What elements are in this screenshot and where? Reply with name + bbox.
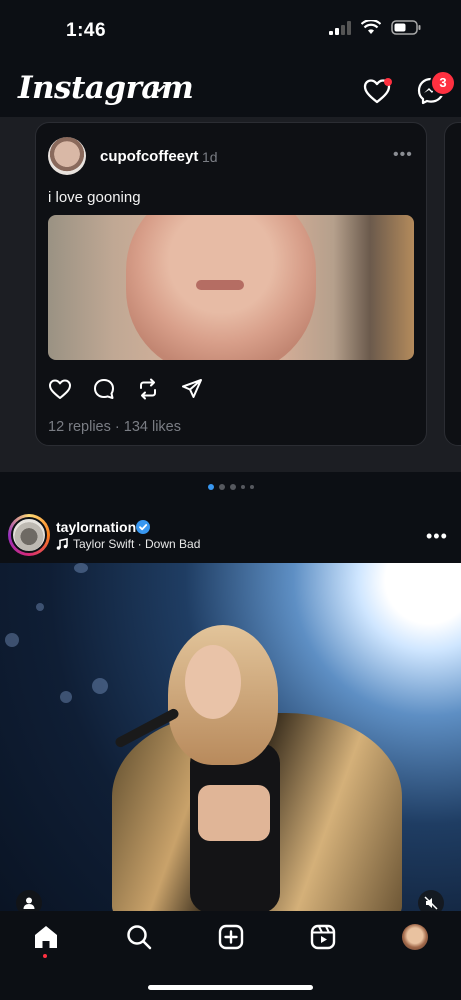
repost-icon[interactable] — [136, 377, 160, 401]
home-active-dot — [43, 954, 47, 958]
bokeh-light — [60, 691, 72, 703]
more-options-button[interactable]: ••• — [393, 146, 413, 164]
person-icon — [23, 897, 35, 909]
speaker-muted-icon — [424, 896, 438, 910]
card-username[interactable]: cupofcoffeeyt — [100, 148, 198, 165]
threads-card[interactable]: cupofcoffeeyt 1d ••• i love gooning 12 r… — [35, 122, 427, 446]
bokeh-light — [5, 633, 19, 647]
bokeh-light — [74, 563, 88, 573]
instagram-logo[interactable]: Instagram — [18, 70, 194, 106]
cellular-signal-icon — [329, 20, 351, 35]
card-text: i love gooning — [48, 189, 141, 206]
story-ring-avatar[interactable] — [8, 514, 50, 556]
wifi-icon — [361, 20, 381, 34]
verified-badge-icon — [136, 520, 150, 534]
nav-search[interactable] — [125, 923, 153, 951]
card-image[interactable] — [48, 215, 414, 360]
audio-attribution[interactable]: Taylor Swift · Down Bad — [56, 537, 200, 551]
post-image[interactable] — [0, 563, 461, 911]
music-note-icon — [56, 538, 68, 550]
like-heart-icon[interactable] — [48, 377, 72, 401]
performer-midriff — [198, 785, 270, 841]
battery-icon — [391, 20, 421, 35]
audio-label: Taylor Swift · Down Bad — [73, 537, 201, 551]
chevron-down-icon[interactable] — [152, 84, 166, 94]
face-graphic — [126, 215, 316, 360]
nav-create[interactable] — [217, 923, 245, 951]
performer-face — [185, 645, 241, 719]
notification-dot — [384, 78, 392, 86]
pager-dot — [207, 484, 214, 490]
pager-dot — [218, 484, 225, 490]
bokeh-light — [36, 603, 44, 611]
reply-icon[interactable] — [92, 377, 116, 401]
nav-reels[interactable] — [309, 923, 337, 951]
threads-carousel[interactable]: cupofcoffeeyt 1d ••• i love gooning 12 r… — [0, 117, 461, 472]
carousel-pager — [0, 484, 461, 490]
notifications-button[interactable] — [362, 76, 392, 106]
search-icon — [127, 925, 152, 950]
avatar — [11, 517, 47, 553]
status-time: 1:46 — [66, 20, 107, 41]
nav-profile-avatar[interactable] — [402, 924, 428, 950]
card-actions — [48, 377, 204, 401]
reels-icon — [310, 924, 336, 950]
avatar[interactable] — [48, 137, 86, 175]
pager-dot — [240, 485, 245, 489]
home-indicator[interactable] — [148, 985, 313, 990]
status-icons — [329, 20, 421, 35]
home-icon — [35, 926, 57, 948]
post-username[interactable]: taylornation — [56, 519, 136, 535]
pager-dot — [229, 484, 236, 490]
pager-dot — [249, 485, 254, 489]
post-more-button[interactable]: ••• — [426, 526, 448, 547]
bokeh-light — [92, 678, 108, 694]
card-timestamp: 1d — [202, 149, 218, 165]
nav-home[interactable] — [32, 923, 60, 951]
mouth-graphic — [196, 280, 244, 290]
card-stats[interactable]: 12 replies · 134 likes — [48, 419, 181, 435]
share-icon[interactable] — [180, 377, 204, 401]
messages-badge: 3 — [430, 70, 456, 96]
create-icon — [218, 924, 244, 950]
next-threads-card[interactable] — [444, 122, 461, 446]
